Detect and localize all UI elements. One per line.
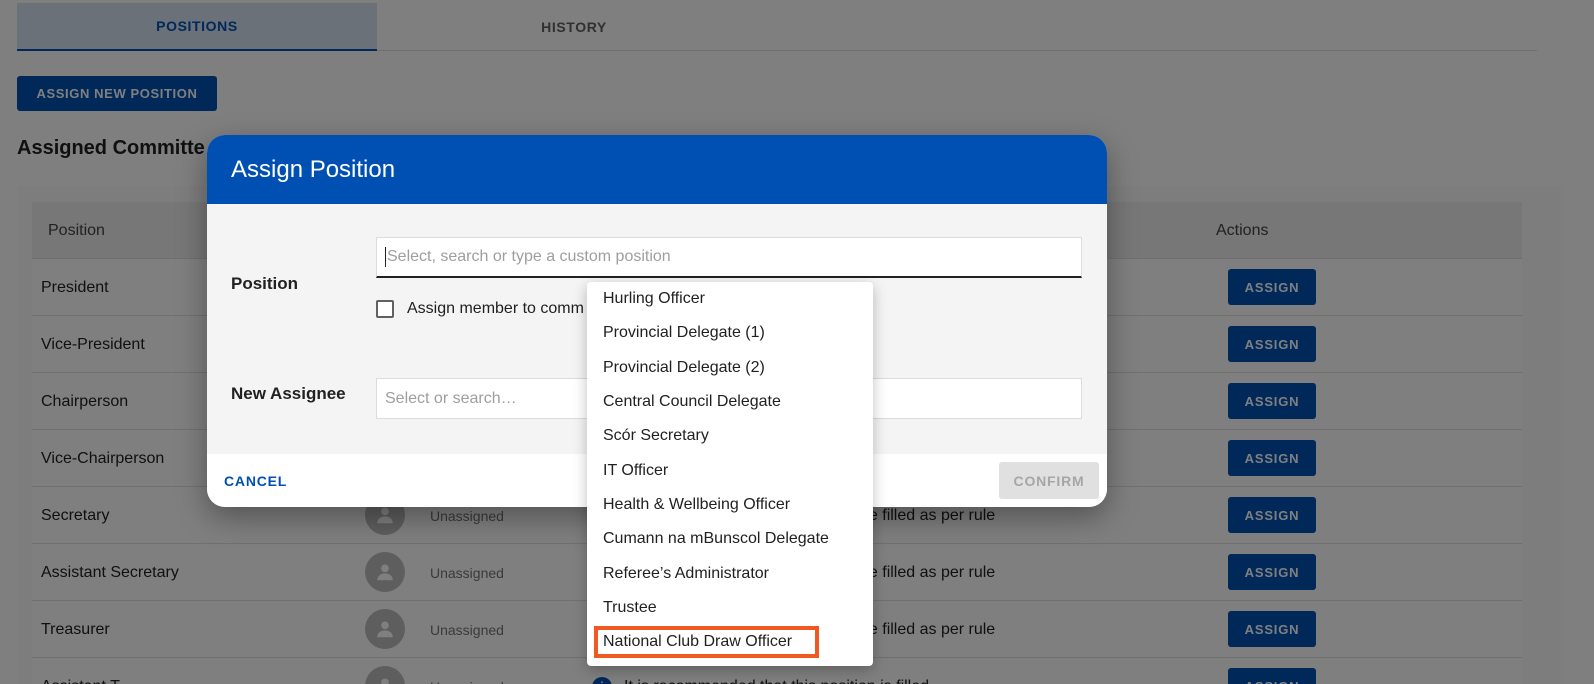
confirm-button[interactable]: CONFIRM bbox=[999, 462, 1099, 499]
dropdown-option[interactable]: National Club Draw Officer bbox=[587, 625, 873, 659]
dropdown-option[interactable]: Provincial Delegate (1) bbox=[587, 316, 873, 350]
text-caret bbox=[385, 247, 386, 267]
assign-member-checkbox-label: Assign member to comm bbox=[407, 300, 584, 317]
dropdown-option-label: Referee’s Administrator bbox=[603, 564, 769, 582]
dropdown-option-label: Hurling Officer bbox=[603, 290, 705, 308]
dropdown-option-label: National Club Draw Officer bbox=[603, 633, 793, 651]
dropdown-option-label: Health & Wellbeing Officer bbox=[603, 495, 791, 513]
dropdown-option-label: IT Officer bbox=[603, 461, 669, 479]
dropdown-option[interactable]: Trustee bbox=[587, 591, 873, 625]
assign-member-checkbox[interactable] bbox=[376, 300, 394, 318]
new-assignee-label: New Assignee bbox=[231, 384, 346, 403]
dropdown-option-label: Central Council Delegate bbox=[603, 393, 781, 411]
dropdown-option[interactable]: Provincial Delegate (2) bbox=[587, 351, 873, 385]
dropdown-option[interactable]: Central Council Delegate bbox=[587, 385, 873, 419]
dropdown-option[interactable]: Referee’s Administrator bbox=[587, 556, 873, 590]
dropdown-option[interactable]: Scór Secretary bbox=[587, 419, 873, 453]
dropdown-option[interactable]: Cumann na mBunscol Delegate bbox=[587, 522, 873, 556]
dropdown-option[interactable]: Health & Wellbeing Officer bbox=[587, 488, 873, 522]
dialog-title: Assign Position bbox=[207, 135, 1107, 204]
assign-member-checkbox-row[interactable]: Assign member to comm bbox=[376, 300, 584, 318]
dropdown-option-label: Provincial Delegate (2) bbox=[603, 358, 765, 376]
dropdown-option-label: Provincial Delegate (1) bbox=[603, 324, 765, 342]
dropdown-option[interactable]: IT Officer bbox=[587, 453, 873, 487]
dropdown-option-label: Trustee bbox=[603, 598, 657, 616]
dropdown-option-label: Cumann na mBunscol Delegate bbox=[603, 530, 829, 548]
new-assignee-placeholder: Select or search… bbox=[385, 389, 517, 407]
position-input[interactable]: Select, search or type a custom position bbox=[376, 237, 1082, 278]
position-placeholder: Select, search or type a custom position bbox=[387, 248, 671, 265]
dropdown-option[interactable]: Hurling Officer bbox=[587, 282, 873, 316]
position-label: Position bbox=[231, 274, 299, 293]
position-dropdown: Hurling Officer Provincial Delegate (1) Pr… bbox=[587, 282, 873, 666]
dropdown-option-label: Scór Secretary bbox=[603, 427, 709, 445]
cancel-button[interactable]: CANCEL bbox=[224, 454, 287, 507]
